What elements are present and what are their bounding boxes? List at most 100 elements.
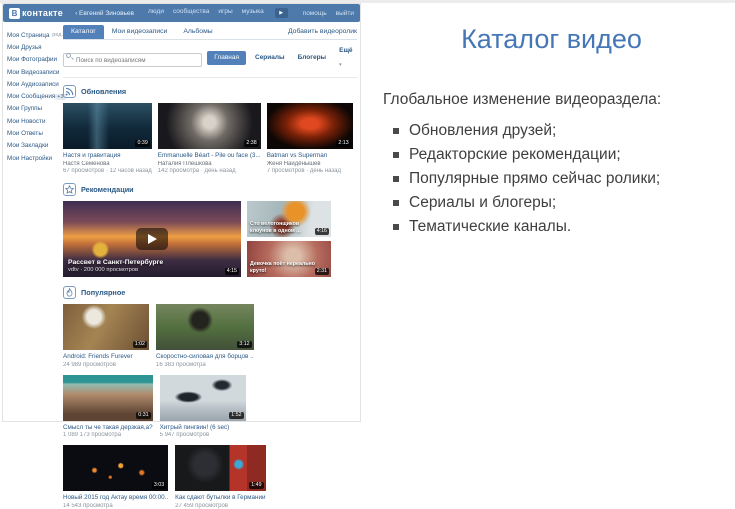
video-thumbnail[interactable]: 1:49	[175, 445, 266, 491]
video-card[interactable]: Сто велогонщиков клоунов в одном ... 4:1…	[247, 201, 331, 237]
search-icon	[66, 52, 71, 58]
video-meta: 7 просмотров · день назад	[266, 168, 342, 174]
video-thumbnail[interactable]: 3:03	[63, 445, 169, 491]
video-card[interactable]: 0:39 Настя и гравитация Настя Семенова 6…	[63, 103, 152, 174]
video-author[interactable]: Настя Семенова	[63, 161, 152, 167]
play-button[interactable]	[136, 228, 168, 250]
slide-bullet-list: Обновления друзей; Редакторские рекоменд…	[391, 119, 735, 239]
topbar-item-games[interactable]: игры	[218, 8, 232, 18]
tab-catalog[interactable]: Каталог	[63, 25, 104, 39]
topbar-item-music[interactable]: музыка	[242, 8, 264, 18]
bullet-item: Популярные прямо сейчас ролики;	[391, 167, 735, 191]
sidebar-item-videos[interactable]: Мои Видеозаписи	[7, 66, 63, 78]
sidebar-item-groups[interactable]: Мои Группы	[7, 103, 63, 115]
vk-sidebar: Моя Страница ред. Мои Друзья Мои Фотогра…	[7, 29, 66, 164]
video-card[interactable]: 3:12 Скоростно-силовая для борцов .. 16 …	[156, 304, 254, 368]
video-card[interactable]: 2:13 Batman vs Superman Женя Найдёнышев …	[266, 103, 353, 174]
video-thumbnail[interactable]: 0:39	[63, 103, 152, 149]
bullet-text: Обновления друзей;	[409, 122, 557, 139]
video-tabbar: Каталог Мои видеозаписи Альбомы Добавить…	[63, 25, 357, 40]
duration-badge: 3:03	[151, 482, 167, 489]
video-author[interactable]: Наталия Плешкова	[158, 161, 261, 167]
filter-main-button[interactable]: Главная	[207, 51, 246, 65]
topbar-item-help[interactable]: помощь	[303, 10, 327, 17]
sidebar-label: Мои Настройки	[7, 154, 52, 162]
video-card[interactable]: 1:02 Android: Friends Furever 24 989 про…	[63, 304, 149, 368]
section-title: Обновления	[81, 87, 127, 96]
duration-badge: 1:49	[249, 482, 264, 489]
topbar-user-link[interactable]: ‹ Евгений Зиновьев	[75, 10, 134, 17]
video-meta: 142 просмотра · день назад	[157, 168, 236, 174]
video-card[interactable]: 3:03 Новый 2015 год Актау время 00:00.. …	[63, 445, 169, 509]
topbar-item-logout[interactable]: выйти	[336, 10, 354, 17]
video-thumbnail[interactable]: 2:13	[266, 103, 353, 149]
add-video-link[interactable]: Добавить видеоролик	[288, 25, 357, 39]
video-thumbnail[interactable]: 0:31	[63, 374, 153, 421]
filter-more-label: Ещё	[339, 47, 353, 54]
slide-title: Каталог видео	[461, 24, 642, 54]
video-meta: 27 459 просмотров	[175, 502, 229, 509]
video-author[interactable]: Женя Найдёнышев	[267, 161, 353, 167]
section-title: Рекомендации	[81, 185, 134, 194]
sidebar-item-photos[interactable]: Мои Фотографии	[7, 54, 63, 66]
sidebar-item-bookmarks[interactable]: Мои Закладки	[7, 140, 63, 152]
filter-bloggers-button[interactable]: Блогеры	[294, 51, 331, 65]
edit-link[interactable]: ред.	[52, 32, 63, 38]
video-title[interactable]: Как сдают бутылки в Германии	[175, 494, 265, 501]
search-input[interactable]	[63, 53, 203, 68]
sidebar-item-replies[interactable]: Мои Ответы	[7, 127, 63, 139]
video-meta: 14 543 просмотра	[63, 502, 113, 509]
video-title[interactable]: Android: Friends Furever	[63, 353, 149, 360]
filter-more-button[interactable]: Ещё ▾	[335, 44, 357, 72]
bullet-square-icon	[393, 152, 399, 158]
video-meta: 1 089 173 просмотра	[63, 432, 122, 438]
video-card[interactable]: 1:52 Хитрый пингвин! (6 sec) 5 947 просм…	[159, 374, 246, 438]
duration-badge: 3:12	[237, 341, 252, 348]
sidebar-label: Мои Сообщения	[7, 93, 56, 101]
sidebar-item-audio[interactable]: Мои Аудиозаписи	[7, 78, 63, 90]
video-meta: 5 947 просмотров	[159, 432, 210, 438]
video-thumbnail[interactable]: 1:52	[159, 374, 246, 421]
divider	[63, 77, 357, 78]
video-thumbnail[interactable]: 2:38	[157, 103, 261, 149]
video-thumbnail[interactable]: 3:12	[156, 304, 254, 350]
video-title[interactable]: Скоростно-силовая для борцов ..	[156, 353, 254, 360]
sidebar-label: Мои Видеозаписи	[7, 68, 60, 76]
video-card[interactable]: 2:38 Emmanuelle Béart - Pile ou face (3.…	[157, 103, 261, 174]
vk-topbar: В контакте ‹ Евгений Зиновьев люди сообщ…	[3, 4, 360, 22]
sidebar-item-messages[interactable]: Мои Сообщения +3	[7, 90, 66, 102]
sidebar-item-news[interactable]: Мои Новости	[7, 115, 63, 127]
search-row: Главная Сериалы Блогеры Ещё ▾	[63, 44, 357, 72]
sidebar-label: Мои Ответы	[7, 130, 43, 138]
video-title[interactable]: Batman vs Superman	[267, 152, 353, 159]
topbar-item-people[interactable]: люди	[148, 8, 164, 18]
duration-badge: 4:15	[224, 268, 239, 275]
sidebar-item-friends[interactable]: Мои Друзья	[7, 41, 63, 53]
video-title[interactable]: Настя и гравитация	[63, 152, 152, 159]
video-card[interactable]: 0:31 Смысл ты че такая дерзкая,а? 1 089 …	[63, 374, 153, 438]
sidebar-item-settings[interactable]: Мои Настройки	[7, 152, 63, 164]
video-title[interactable]: Новый 2015 год Актау время 00:00..	[63, 494, 168, 501]
video-title[interactable]: Смысл ты че такая дерзкая,а?	[63, 424, 153, 431]
video-title[interactable]: Хитрый пингвин! (6 sec)	[160, 424, 246, 431]
tab-my-videos[interactable]: Мои видеозаписи	[104, 25, 176, 39]
sidebar-label: Моя Страница	[7, 31, 50, 39]
featured-video[interactable]: Рассвет в Санкт-Петербурге vdtv · 200 00…	[63, 201, 241, 277]
bullet-square-icon	[393, 128, 399, 134]
video-thumbnail[interactable]: 1:02	[63, 304, 149, 350]
section-title: Популярное	[81, 288, 126, 297]
chevron-down-icon: ▾	[339, 62, 342, 68]
video-card[interactable]: Девочка поёт нереально круто! 2:31	[247, 241, 331, 277]
video-meta: 24 989 просмотров	[63, 361, 116, 368]
topbar-item-communities[interactable]: сообщества	[173, 8, 209, 18]
tab-albums[interactable]: Альбомы	[175, 25, 220, 39]
vk-logo[interactable]: В контакте	[9, 7, 63, 19]
video-title[interactable]: Emmanuelle Béart - Pile ou face (3...	[158, 152, 261, 159]
filter-series-button[interactable]: Сериалы	[251, 51, 289, 65]
sidebar-item-my-page[interactable]: Моя Страница ред.	[7, 29, 63, 41]
search-box	[63, 49, 203, 68]
play-icon[interactable]: ▶	[274, 8, 288, 18]
duration-badge: 2:13	[336, 140, 351, 147]
recommendations-row: Рассвет в Санкт-Петербурге vdtv · 200 00…	[63, 201, 357, 277]
video-card[interactable]: 1:49 Как сдают бутылки в Германии 27 459…	[175, 445, 266, 509]
